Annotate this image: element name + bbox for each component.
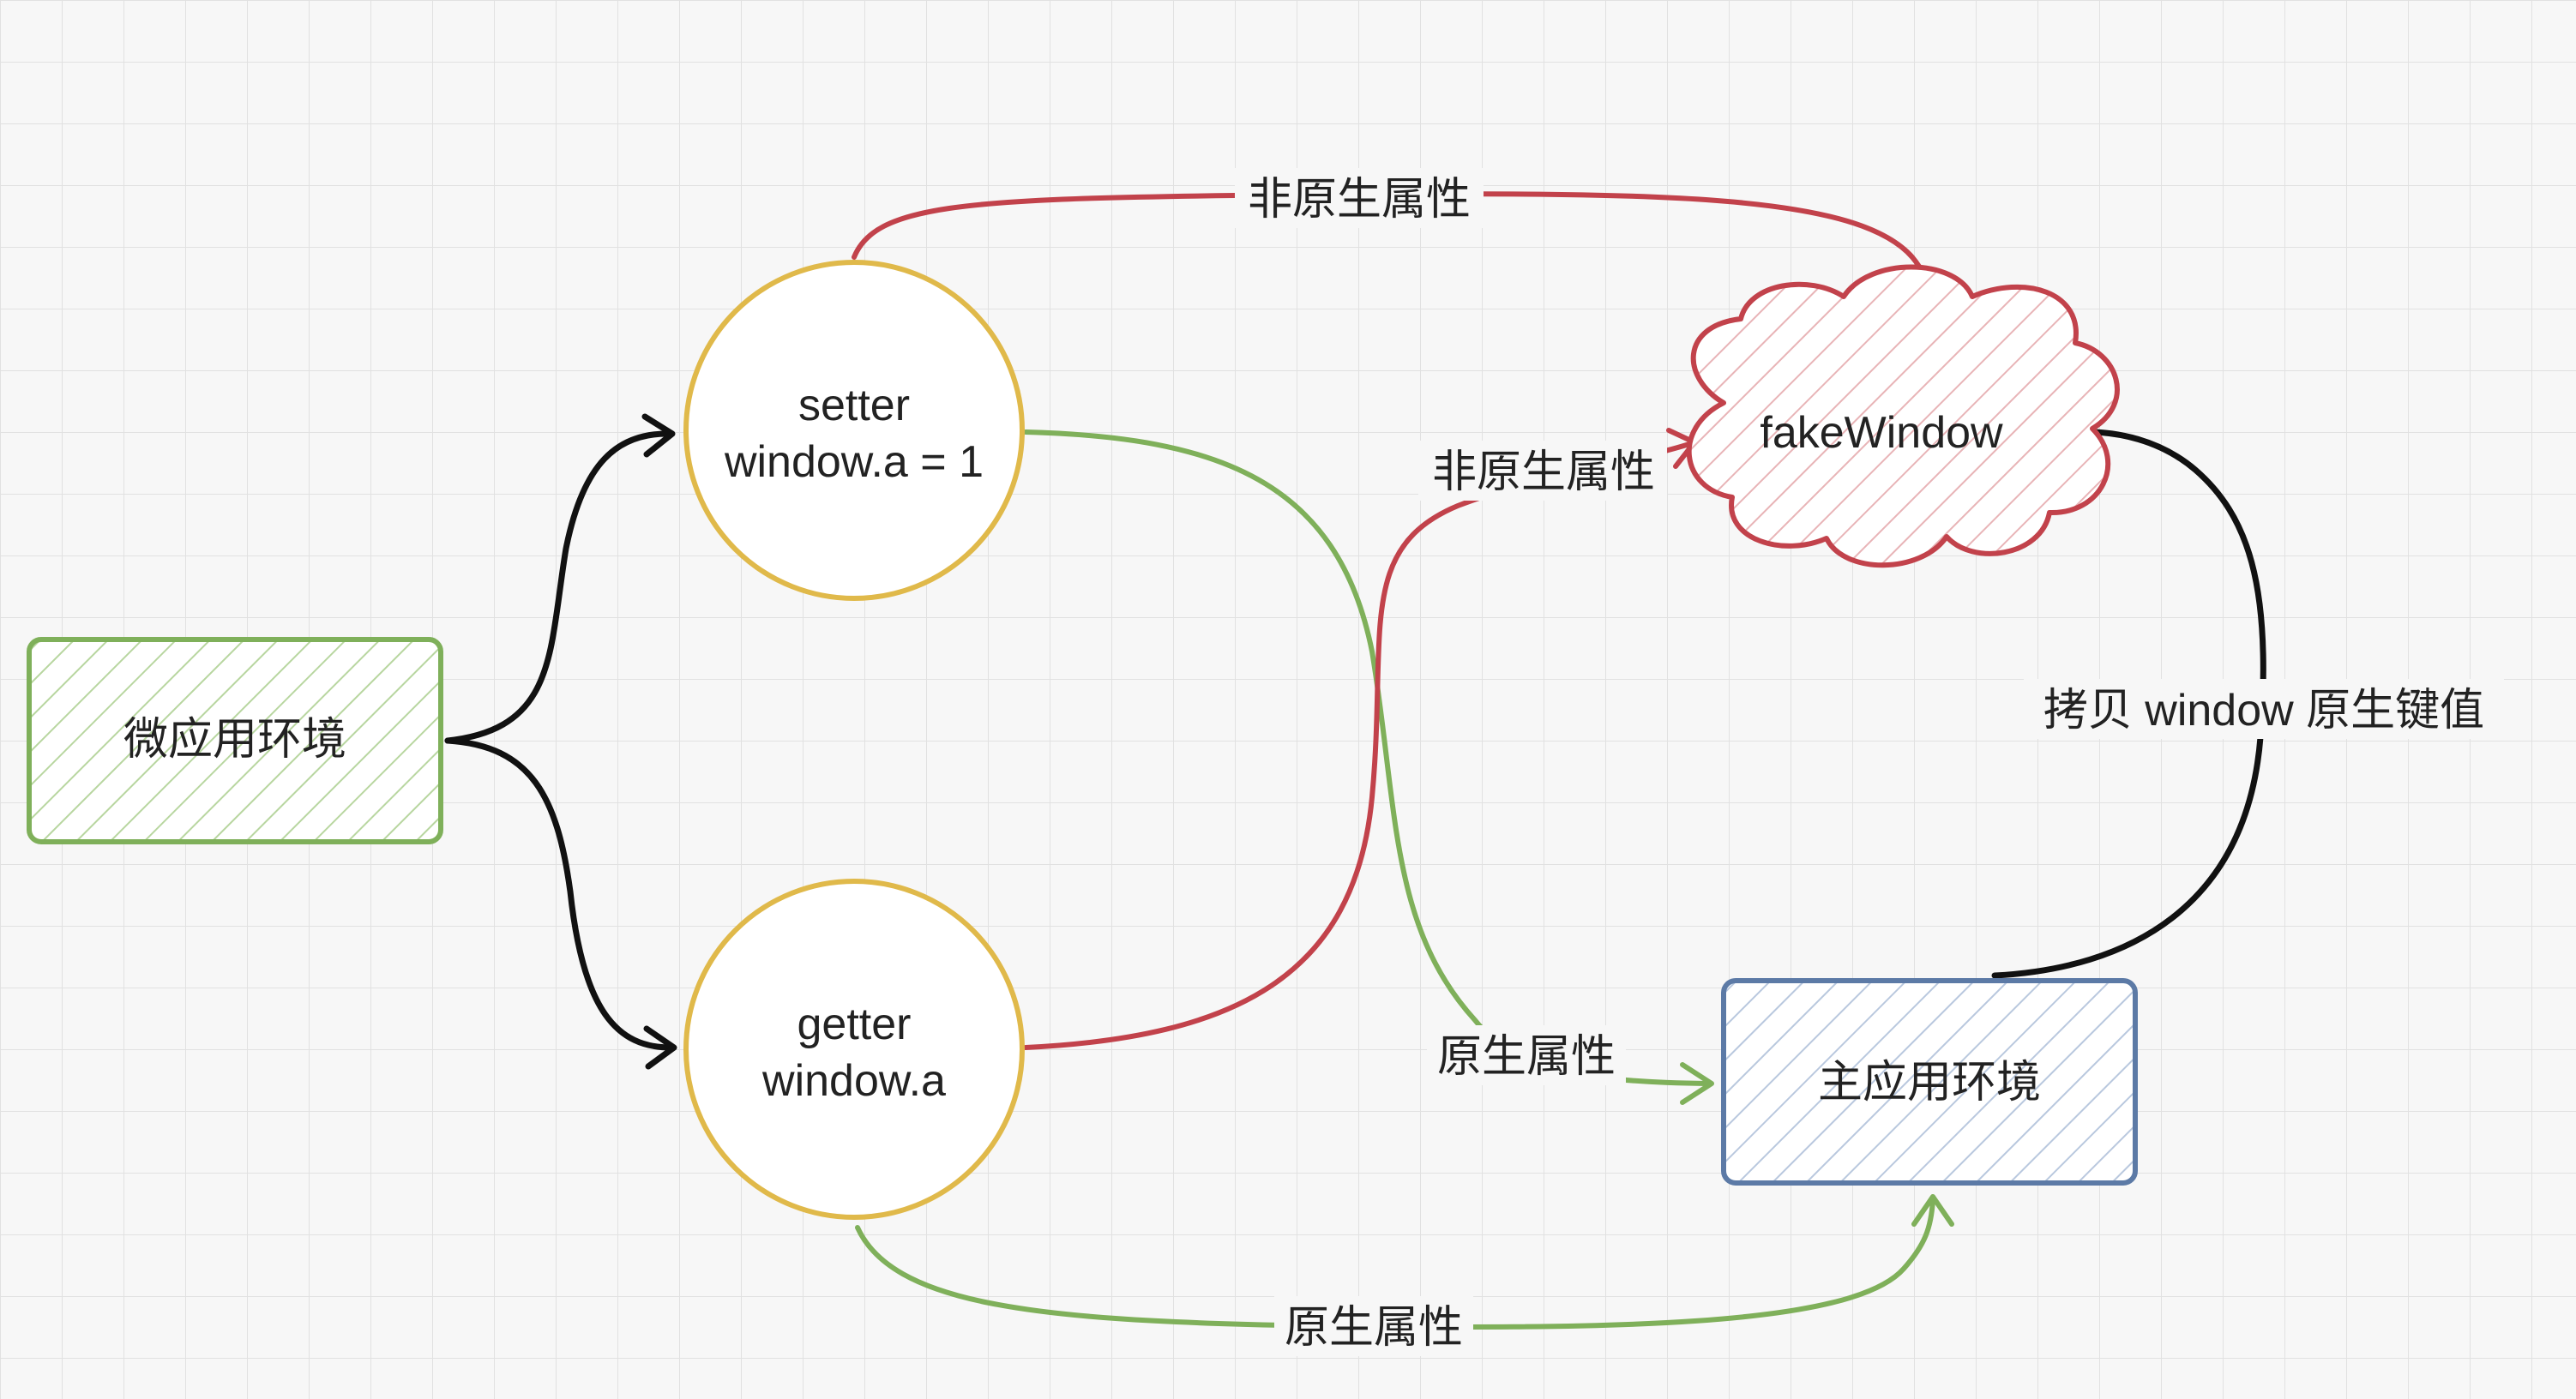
micro-app-label: 微应用环境: [123, 715, 346, 765]
main-app-node: 主应用环境: [1721, 978, 2138, 1186]
label-getter-to-main-text: 原生属性: [1285, 1303, 1463, 1353]
main-app-label: 主应用环境: [1818, 1058, 2041, 1108]
label-getter-to-main: 原生属性: [1274, 1296, 1473, 1356]
fake-window-label: fakeWindow: [1760, 408, 2003, 458]
setter-node: setter window.a = 1: [683, 260, 1025, 601]
getter-label-line2: window.a: [761, 1056, 946, 1106]
label-setter-to-main: 原生属性: [1427, 1025, 1626, 1085]
getter-label-line1: getter: [797, 1000, 912, 1049]
setter-label-line1: setter: [798, 381, 910, 430]
label-setter-to-fake: 非原生属性: [1235, 168, 1484, 228]
label-setter-to-fake-text: 非原生属性: [1248, 175, 1471, 225]
label-setter-to-main-text: 原生属性: [1437, 1032, 1616, 1082]
label-main-to-fake-text: 拷贝 window 原生键值: [2043, 686, 2484, 736]
label-main-to-fake: 拷贝 window 原生键值: [2024, 679, 2504, 739]
architecture-diagram: 微应用环境 setter window.a = 1 getter window.…: [0, 0, 2576, 1399]
micro-app-node: 微应用环境: [27, 637, 443, 844]
setter-label-line2: window.a = 1: [724, 437, 984, 487]
getter-node: getter window.a: [683, 879, 1025, 1220]
label-getter-to-fake: 非原生属性: [1418, 441, 1667, 501]
label-getter-to-fake-text: 非原生属性: [1432, 447, 1655, 497]
